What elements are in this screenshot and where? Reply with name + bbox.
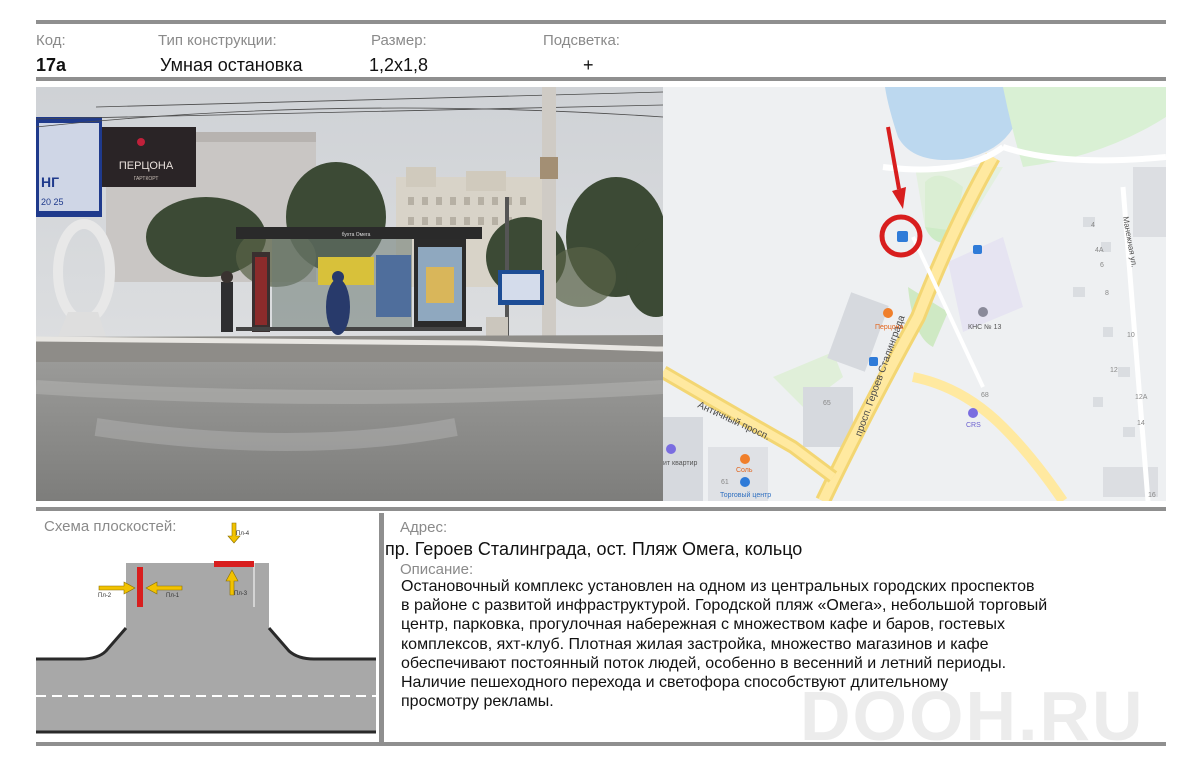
light-label: Подсветка: xyxy=(543,32,620,49)
top-rule xyxy=(36,20,1166,24)
house-65: 65 xyxy=(823,400,831,407)
panel-4 xyxy=(214,561,254,567)
description-line: центр, парковка, прогулочная набережная … xyxy=(401,616,1006,634)
code-value: 17а xyxy=(36,55,67,75)
billboard-phone: 20 25 xyxy=(41,197,64,207)
description-text: Остановочный комплекс установлен на одно… xyxy=(401,577,1161,711)
code-label: Код: xyxy=(36,32,66,49)
poi-kns: КНС № 13 xyxy=(968,324,1001,331)
shelter-sign: бухта Омега xyxy=(342,232,371,238)
mid-rule xyxy=(36,507,1166,511)
location-map: просп. Героев Сталинграда Античный просп… xyxy=(663,87,1166,501)
house-68: 68 xyxy=(981,392,989,399)
label-pl4: Пл-4 xyxy=(236,531,250,537)
description-line: Наличие пешеходного перехода и светофора… xyxy=(401,674,949,692)
target-bus-stop-icon xyxy=(897,231,908,242)
description-label: Описание: xyxy=(400,561,474,578)
poi-pertsona: Перцона xyxy=(875,324,904,331)
poi-kvartir: ит квартир xyxy=(663,460,698,467)
type-value: Умная остановка xyxy=(160,55,303,75)
description-line: обеспечивают постоянный поток людей, осо… xyxy=(401,654,1007,672)
size-value: 1,2х1,8 xyxy=(369,55,429,75)
house-16: 16 xyxy=(1148,492,1156,499)
house-4: 4 xyxy=(1091,222,1095,229)
description-line: в районе с развитой инфраструктурой. Гор… xyxy=(401,597,1048,615)
billboard-brand: ПЕРЦОНА xyxy=(119,160,174,172)
description-line: Остановочный комплекс установлен на одно… xyxy=(401,578,1035,595)
description-line: просмотру рекламы. xyxy=(401,693,554,711)
house-8: 8 xyxy=(1105,290,1109,297)
label-pl2: Пл-2 xyxy=(98,593,112,599)
house-4a: 4А xyxy=(1095,247,1104,254)
planes-scheme: Схема плоскостей: Пл-4 Пл-2 Пл-1 Пл-3 xyxy=(36,518,376,734)
scheme-title: Схема плоскостей: xyxy=(44,518,176,535)
label-pl3: Пл-3 xyxy=(234,591,248,597)
address-label: Адрес: xyxy=(400,519,448,536)
poi-crs: CRS xyxy=(966,422,981,429)
poi-mall: Торговый центр xyxy=(720,491,771,499)
house-61: 61 xyxy=(721,479,729,486)
label-pl1: Пл-1 xyxy=(166,593,180,599)
size-label: Размер: xyxy=(371,32,427,49)
vertical-divider xyxy=(379,513,384,742)
type-label: Тип конструкции: xyxy=(158,32,277,49)
address-text: пр. Героев Сталинграда, ост. Пляж Омега,… xyxy=(385,539,803,559)
poi-sol: Соль xyxy=(736,467,753,474)
house-12: 12 xyxy=(1110,367,1118,374)
billboard-text: НГ xyxy=(41,174,59,190)
house-12a: 12А xyxy=(1135,394,1148,401)
header-rule xyxy=(36,77,1166,81)
light-value: + xyxy=(583,55,594,75)
street-photo: ПЕРЦОНА ГАРТКОРТ НГ 20 25 бухта Омега xyxy=(36,87,663,501)
house-6: 6 xyxy=(1100,262,1104,269)
panel-1 xyxy=(137,567,143,607)
description-line: комплексов, яхт-клуб. Плотная жилая заст… xyxy=(401,635,989,653)
house-14: 14 xyxy=(1137,420,1145,427)
billboard-sub: ГАРТКОРТ xyxy=(134,176,159,182)
house-10: 10 xyxy=(1127,332,1135,339)
